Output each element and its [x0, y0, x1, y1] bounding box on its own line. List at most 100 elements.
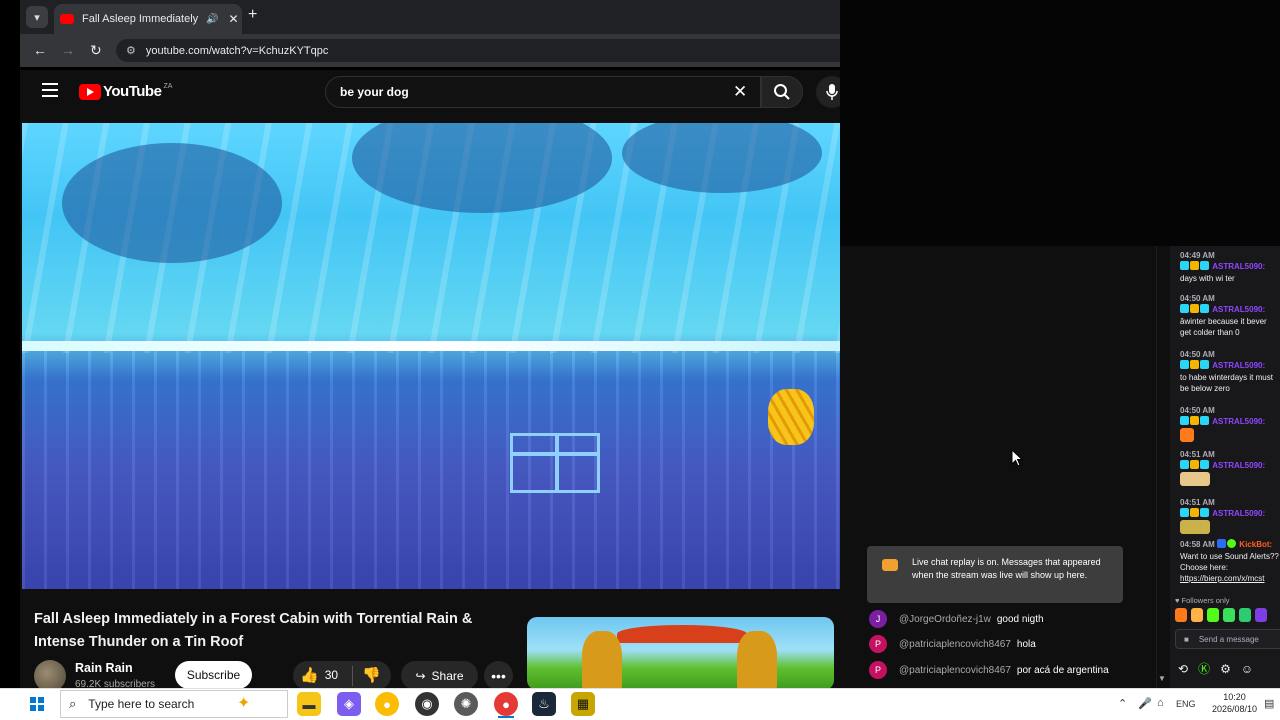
hamburger-menu-icon[interactable]: [42, 83, 58, 97]
followers-only-label: ♥ Followers only: [1175, 596, 1230, 605]
chat-username[interactable]: ASTRAL5090:: [1212, 509, 1265, 518]
copilot-icon[interactable]: ◈: [337, 692, 361, 716]
subscribe-button[interactable]: Subscribe: [175, 661, 252, 689]
url-bar[interactable]: ⚙ youtube.com/watch?v=KchuzKYTqpc: [116, 39, 840, 62]
users-icon[interactable]: ☺: [1241, 662, 1253, 676]
chat-avatar[interactable]: P: [869, 635, 887, 653]
share-button[interactable]: ↪ Share: [401, 661, 478, 690]
chat-replay-text: Live chat replay is on. Messages that ap…: [912, 557, 1101, 580]
stream-chat-message: 04:58 AM KickBot: Want to use Sound Aler…: [1180, 539, 1280, 584]
clock-date: 2026/08/10: [1212, 704, 1258, 714]
tab-search-chevron-down-icon[interactable]: ▾: [26, 6, 48, 28]
tray-expand-chevron-icon[interactable]: ⌃: [1118, 697, 1127, 710]
chat-author[interactable]: @patriciaplencovich8467: [899, 665, 1011, 676]
followers-only-text: Followers only: [1181, 596, 1230, 605]
language-indicator[interactable]: ENG: [1176, 699, 1196, 709]
chat-username[interactable]: ASTRAL5090:: [1212, 262, 1265, 271]
stream-chat-message: 04:51 AM ASTRAL5090:: [1180, 497, 1280, 537]
notifications-icon[interactable]: ▤: [1264, 697, 1274, 710]
search-icon: ⌕: [69, 696, 77, 711]
stream-chat-message: 04:50 AM ASTRAL5090:: [1180, 405, 1280, 445]
active-app-indicator: [498, 716, 514, 718]
promo-banner[interactable]: [527, 617, 834, 690]
points-icon[interactable]: ⟲: [1178, 662, 1188, 676]
search-icon: [774, 84, 790, 100]
emote-icon[interactable]: [1255, 608, 1267, 622]
chat-scrollbar[interactable]: [1156, 246, 1170, 688]
microphone-tray-icon[interactable]: 🎤: [1138, 697, 1152, 710]
user-badges: [1180, 304, 1210, 316]
chat-avatar[interactable]: J: [869, 610, 887, 628]
chrome-icon[interactable]: ●: [375, 692, 399, 716]
user-badges: [1180, 261, 1210, 273]
chat-username[interactable]: ASTRAL5090:: [1212, 417, 1265, 426]
stream-chat-message: 04:50 AM ASTRAL5090: to habe winterdays …: [1180, 349, 1280, 394]
emote-bar: [1175, 608, 1271, 622]
share-label: Share: [431, 668, 464, 683]
message-text: âwinter because it bever get colder than…: [1180, 317, 1267, 337]
search-input[interactable]: be your dog: [325, 76, 761, 108]
new-tab-button[interactable]: +: [248, 6, 257, 24]
back-arrow-icon[interactable]: ←: [33, 42, 47, 58]
game-app-icon[interactable]: ▦: [571, 692, 595, 716]
channel-name[interactable]: Rain Rain: [75, 661, 133, 675]
send-message-input[interactable]: ■ Send a message: [1175, 629, 1280, 649]
user-badges: [1180, 508, 1210, 520]
like-button[interactable]: 👍 30: [300, 666, 338, 684]
obs-icon[interactable]: ◉: [415, 692, 439, 716]
steam-icon[interactable]: ♨: [532, 692, 556, 716]
video-frame[interactable]: [22, 123, 840, 589]
chat-username[interactable]: ASTRAL5090:: [1212, 305, 1265, 314]
taskbar-search-input[interactable]: ⌕ Type here to search ✦: [60, 690, 288, 718]
emote-icon[interactable]: [1175, 608, 1187, 622]
scroll-down-arrow-icon[interactable]: ▼: [1158, 674, 1166, 683]
network-tray-icon[interactable]: ⌂: [1157, 697, 1164, 709]
more-actions-button[interactable]: •••: [484, 661, 513, 690]
site-info-icon[interactable]: ⚙: [126, 44, 136, 57]
message-text: to habe winterdays it must be below zero: [1180, 373, 1273, 393]
stream-chat-message: 04:49 AM ASTRAL5090: days with wi ter: [1180, 250, 1280, 284]
tab-title: Fall Asleep Immediately in a: [82, 13, 200, 25]
close-tab-icon[interactable]: ✕: [228, 12, 238, 26]
youtube-play-logo-icon: [79, 83, 101, 100]
emote-icon[interactable]: [1207, 608, 1219, 622]
kick-logo-icon[interactable]: Ⓚ: [1198, 660, 1210, 677]
network-app-icon[interactable]: ✺: [454, 692, 478, 716]
taskbar-clock[interactable]: 10:20 2026/08/10: [1212, 691, 1257, 715]
chat-avatar[interactable]: P: [869, 661, 887, 679]
settings-gear-icon[interactable]: ⚙: [1220, 662, 1231, 676]
like-separator: [352, 666, 353, 686]
file-explorer-icon[interactable]: ▬: [297, 692, 321, 716]
search-button[interactable]: [761, 76, 803, 108]
chat-message: J @JorgeOrdoñez-j1w good nigth: [869, 609, 1044, 629]
chat-author[interactable]: @JorgeOrdoñez-j1w: [899, 614, 991, 625]
browser-tab[interactable]: Fall Asleep Immediately in a 🔊 ✕: [54, 4, 242, 34]
youtube-logo[interactable]: YouTube ZA: [79, 83, 172, 100]
emote-icon[interactable]: [1239, 608, 1251, 622]
forward-arrow-icon[interactable]: →: [61, 42, 75, 58]
emote-icon[interactable]: [1223, 608, 1235, 622]
honeycomb-overlay-icon: [768, 389, 814, 445]
emote-icon[interactable]: [1191, 608, 1203, 622]
chat-username[interactable]: KickBot:: [1239, 540, 1272, 549]
chat-username[interactable]: ASTRAL5090:: [1212, 461, 1265, 470]
sound-alerts-link[interactable]: https://bierp.com/x/mcst: [1180, 574, 1264, 583]
chat-author[interactable]: @patriciaplencovich8467: [899, 639, 1011, 650]
youtube-wordmark: YouTube: [103, 83, 162, 100]
chat-text: hola: [1016, 638, 1036, 650]
chat-emote: [1180, 472, 1210, 486]
mouse-cursor-icon: [1011, 449, 1023, 467]
chrome-profile-icon[interactable]: ●: [494, 692, 518, 716]
chat-bubble-icon: ■: [1184, 634, 1189, 644]
speaker-icon[interactable]: 🔊: [206, 14, 218, 25]
reload-icon[interactable]: ↻: [90, 42, 102, 59]
stream-chat-message: 04:50 AM ASTRAL5090: âwinter because it …: [1180, 293, 1280, 338]
banner-ribbon: [617, 625, 747, 643]
stream-chat-message: 04:51 AM ASTRAL5090:: [1180, 449, 1280, 489]
thumbs-down-icon[interactable]: 👎: [362, 666, 381, 684]
country-code: ZA: [163, 83, 173, 90]
clear-search-icon[interactable]: ✕: [733, 82, 747, 102]
video-scene-window: [510, 433, 600, 493]
windows-start-icon[interactable]: [30, 697, 44, 711]
chat-username[interactable]: ASTRAL5090:: [1212, 361, 1265, 370]
